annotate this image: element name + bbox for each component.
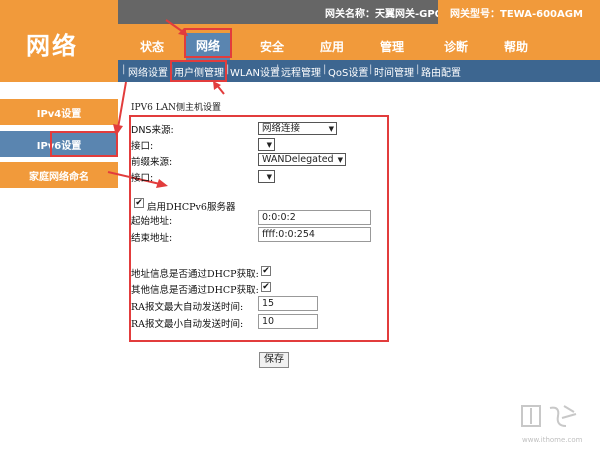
sidebar-item-home-network-naming[interactable]: 家庭网络命名 — [0, 162, 118, 188]
subnav-separator: | — [122, 64, 126, 75]
address-info-dhcp-label: 地址信息是否通过DHCP获取: — [131, 269, 259, 280]
start-address-input[interactable]: 0:0:0:2 — [258, 210, 371, 225]
ra-max-interval-input[interactable]: 15 — [258, 296, 318, 311]
address-info-dhcp-checkbox[interactable]: ✔ — [261, 266, 271, 276]
chevron-down-icon: ▼ — [266, 173, 272, 181]
arrow-nav-icon — [165, 19, 188, 36]
ithome-watermark-icon — [521, 405, 577, 427]
chevron-down-icon: ▼ — [337, 156, 343, 164]
arrow-subnav-icon — [213, 81, 225, 95]
subnav-qos-settings[interactable]: QoS设置 — [328, 64, 368, 79]
nav-status[interactable]: 状态 — [140, 38, 164, 55]
chevron-down-icon: ▼ — [328, 125, 334, 133]
start-address-label: 起始地址: — [131, 216, 173, 227]
nav-help[interactable]: 帮助 — [504, 38, 528, 55]
subnav-network-settings[interactable]: 网络设置 — [128, 64, 168, 79]
subnav-separator: | — [276, 64, 280, 75]
dns-source-value: 网络连接 — [262, 123, 301, 134]
subnav-routing[interactable]: 路由配置 — [421, 64, 461, 79]
subnav-separator: | — [416, 64, 420, 75]
nav-management[interactable]: 管理 — [380, 38, 404, 55]
end-address-input[interactable]: ffff:0:0:254 — [258, 227, 371, 242]
ra-max-interval-label: RA报文最大自动发送时间: — [131, 302, 244, 313]
chevron-down-icon: ▼ — [266, 141, 272, 149]
prefix-source-value: WANDelegated — [262, 154, 334, 165]
subnav-separator: | — [323, 64, 327, 75]
sidebar-item-label: 家庭网络命名 — [29, 171, 89, 183]
subnav-highlight-box — [170, 60, 227, 82]
dns-source-label: DNS来源: — [131, 125, 174, 136]
dhcpv6-checkbox[interactable]: ✔ — [134, 198, 144, 208]
interface-label: 接口: — [131, 173, 154, 184]
gateway-model: 网关型号：TEWA-600AGM — [450, 9, 583, 20]
interface-label: 接口: — [131, 141, 154, 152]
interface-select[interactable]: ▼ — [258, 138, 275, 151]
subnav-time-management[interactable]: 时间管理 — [374, 64, 414, 79]
nav-security[interactable]: 安全 — [260, 38, 284, 55]
page-logo-title: 网络 — [26, 32, 78, 60]
dns-source-select[interactable]: 网络连接 ▼ — [258, 122, 337, 135]
sidebar-item-ipv4[interactable]: IPv4设置 — [0, 99, 118, 125]
sidebar-item-label: IPv4设置 — [36, 108, 82, 120]
section-title: IPV6 LAN侧主机设置 — [131, 103, 222, 113]
end-address-label: 结束地址: — [131, 233, 173, 244]
save-button[interactable]: 保存 — [259, 352, 289, 368]
other-info-dhcp-checkbox[interactable]: ✔ — [261, 282, 271, 292]
subnav-wlan-settings[interactable]: WLAN设置 — [230, 64, 280, 79]
watermark-url: www.ithome.com — [522, 436, 583, 444]
prefix-source-label: 前缀来源: — [131, 157, 173, 168]
nav-diagnostics[interactable]: 诊断 — [444, 38, 468, 55]
nav-apps[interactable]: 应用 — [320, 38, 344, 55]
other-info-dhcp-label: 其他信息是否通过DHCP获取: — [131, 285, 259, 296]
prefix-source-select[interactable]: WANDelegated ▼ — [258, 153, 346, 166]
logo-area: 网络 — [0, 0, 118, 82]
ra-min-interval-input[interactable]: 10 — [258, 314, 318, 329]
arrow-sidebar-icon — [113, 81, 127, 136]
gateway-model-box: 网关型号：TEWA-600AGM — [438, 0, 600, 24]
subnav-separator: | — [369, 64, 373, 75]
dhcpv6-label: 启用DHCPv6服务器 — [147, 202, 236, 213]
ra-min-interval-label: RA报文最小自动发送时间: — [131, 319, 244, 330]
interface-select[interactable]: ▼ — [258, 170, 275, 183]
subnav-remote-management[interactable]: 远程管理 — [281, 64, 321, 79]
gateway-name: 网关名称：天翼网关-GPON — [325, 9, 452, 20]
